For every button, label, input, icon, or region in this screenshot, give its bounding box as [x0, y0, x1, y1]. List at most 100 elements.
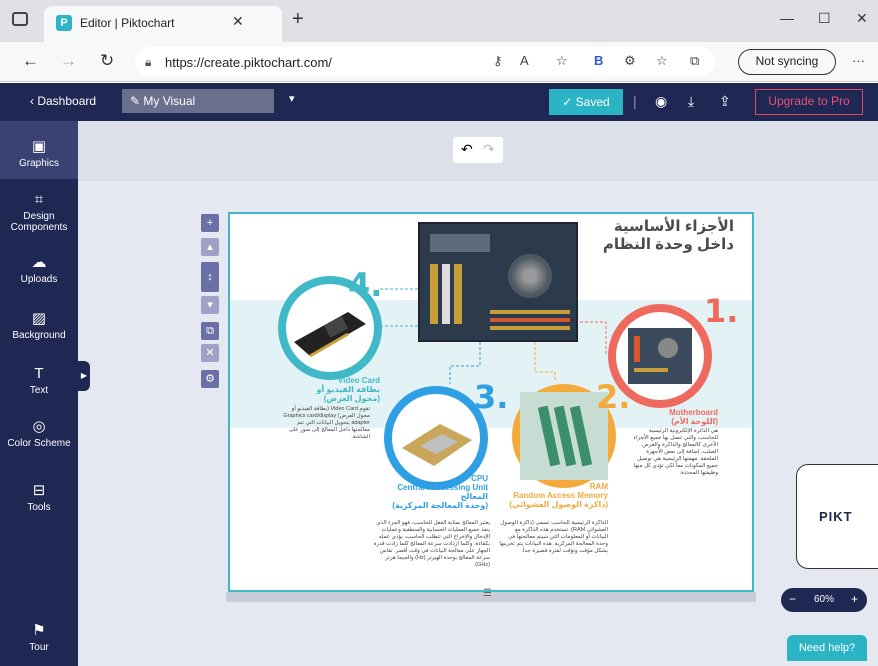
sidebar-label: Tour: [29, 642, 49, 653]
ram-name-en-2: Random Access Memory: [513, 491, 608, 500]
signpost-icon: ⚑: [32, 622, 46, 639]
piktochart-card[interactable]: PIKT: [796, 464, 878, 569]
bing-icon[interactable]: B: [594, 53, 603, 68]
title-line-2: داخل وحدة النظام: [602, 236, 734, 253]
move-up-icon[interactable]: ▴: [201, 238, 219, 256]
sidebar-item-background[interactable]: ▨ Background: [0, 309, 78, 341]
divider: |: [633, 93, 637, 109]
video-card-label[interactable]: Video Card بطاقة الفيديو أو (محول العرض): [290, 376, 380, 403]
preview-eye-icon[interactable]: ◉: [655, 93, 667, 110]
upgrade-button[interactable]: Upgrade to Pro: [755, 89, 863, 115]
maximize-icon[interactable]: ☐: [818, 10, 831, 27]
undo-icon[interactable]: ↶: [461, 141, 473, 158]
url-text[interactable]: https://create.piktochart.com/: [165, 55, 332, 70]
piktochart-logo: PIKT: [819, 509, 853, 524]
back-arrow-icon[interactable]: ←: [22, 52, 39, 70]
cpu-label[interactable]: CPU Central Processing Unit المعالج (وحد…: [370, 474, 488, 510]
block-resize-icon[interactable]: ↕: [201, 262, 219, 292]
components-icon: ⌗: [34, 191, 44, 208]
text-icon: T: [34, 365, 44, 382]
chevron-down-icon[interactable]: ▾: [289, 92, 295, 105]
sidebar-label: Tools: [27, 502, 51, 513]
sidebar-label: Background: [12, 330, 66, 341]
cpu-description[interactable]: يعتبر المعالج بمثابة العقل للحاسب، فهو ا…: [370, 520, 490, 569]
minimize-icon[interactable]: —: [780, 10, 794, 26]
delete-block-icon[interactable]: ✕: [201, 344, 219, 362]
browser-tab[interactable]: P Editor | Piktochart ✕: [44, 6, 282, 42]
cpu-name-en: CPU: [471, 474, 488, 483]
zoom-value: 60%: [814, 594, 835, 605]
background-icon: ▨: [31, 310, 47, 327]
duplicate-block-icon[interactable]: ⧉: [201, 322, 219, 340]
collections-icon[interactable]: ⧉: [690, 53, 699, 69]
ram-label[interactable]: RAM Random Access Memory (ذاكرة الوصول ا…: [492, 482, 608, 509]
visual-name-field[interactable]: ✎ My Visual: [122, 89, 274, 113]
key-icon[interactable]: ⚷: [493, 53, 503, 69]
tab-title: Editor | Piktochart: [80, 16, 175, 30]
zoom-in-icon[interactable]: +: [851, 592, 858, 606]
tool-sidebar: ▣ Graphics ⌗ Design Components ☁ Uploads…: [0, 121, 78, 666]
favorites-icon[interactable]: ☆: [656, 53, 668, 69]
more-menu-icon[interactable]: ···: [852, 53, 865, 68]
address-toolbar: ← → ↻ 🔒︎ https://create.piktochart.com/ …: [0, 42, 878, 82]
part-number-4: 4.: [348, 266, 383, 304]
sidebar-label: Graphics: [18, 158, 59, 169]
cpu-name-en-2: Central Processing Unit: [397, 483, 488, 492]
need-help-button[interactable]: Need help?: [787, 635, 867, 661]
video-card-name-ar: بطاقة الفيديو أو (محول العرض): [316, 385, 380, 403]
toolbox-icon: ⊟: [32, 482, 46, 499]
tab-close-icon[interactable]: ✕: [232, 13, 244, 30]
page-resize-handle-icon[interactable]: ☰: [483, 589, 497, 599]
cpu-name-ar: (وحدة المعالجة المركزية): [392, 501, 488, 510]
lock-icon[interactable]: 🔒︎: [145, 55, 151, 70]
ram-name-ar: (ذاكرة الوصول العشوائي): [509, 500, 608, 509]
infographic-page[interactable]: الأجزاء الأساسية داخل وحدة النظام 4. Vid…: [228, 212, 754, 592]
visual-name-text: My Visual: [143, 94, 196, 108]
sidebar-item-design-components[interactable]: ⌗ Design Components: [0, 191, 78, 233]
sidebar-item-graphics[interactable]: ▣ Graphics: [0, 121, 78, 179]
sidebar-item-text[interactable]: T Text: [0, 365, 78, 396]
sidebar-label: Design Components: [10, 211, 68, 233]
piktochart-favicon-icon: P: [56, 15, 72, 31]
share-icon[interactable]: ⇪: [719, 93, 731, 110]
sidebar-item-uploads[interactable]: ☁ Uploads: [0, 253, 78, 285]
browser-tab-bar: P Editor | Piktochart ✕ + — ☐ ✕: [0, 0, 878, 42]
infographic-title[interactable]: الأجزاء الأساسية داخل وحدة النظام: [564, 218, 734, 254]
palette-icon: ◎: [32, 418, 46, 435]
extensions-icon[interactable]: ⚙: [624, 53, 636, 69]
sidebar-label: Uploads: [20, 274, 58, 285]
saved-button[interactable]: ✓ Saved: [549, 89, 623, 115]
editor-header: ‹ Dashboard ✎ My Visual ▾ ✓ Saved | ◉ ⤓ …: [0, 83, 878, 121]
part-number-1: 1.: [704, 292, 739, 330]
sidebar-item-color-scheme[interactable]: ◎ Color Scheme: [0, 417, 78, 449]
redo-icon[interactable]: ↷: [483, 141, 495, 158]
download-icon[interactable]: ⤓: [688, 93, 694, 110]
block-settings-icon[interactable]: ⚙: [201, 370, 219, 388]
title-line-1: الأجزاء الأساسية: [613, 218, 734, 235]
profile-sync-button[interactable]: Not syncing: [738, 49, 836, 75]
read-aloud-icon[interactable]: A: [520, 53, 529, 68]
dashboard-link[interactable]: ‹ Dashboard: [30, 94, 96, 108]
zoom-out-icon[interactable]: −: [789, 592, 796, 606]
motherboard-name-ar: (اللوحة الأم): [671, 417, 718, 426]
tab-actions-icon[interactable]: [12, 12, 28, 26]
forward-arrow-icon[interactable]: →: [60, 52, 77, 70]
cpu-name-ar-1: المعالج: [460, 492, 488, 501]
ram-description[interactable]: الذاكرة الرئيسية للحاسب تسمى (ذاكرة الوص…: [498, 520, 608, 555]
part-number-2: 2.: [596, 378, 631, 416]
add-block-icon[interactable]: +: [201, 214, 219, 232]
new-tab-icon[interactable]: +: [292, 9, 304, 29]
motherboard-description[interactable]: هي الدائرة الإلكترونية الرئيسية للحاسب، …: [628, 428, 719, 477]
move-down-icon[interactable]: ▾: [201, 296, 219, 314]
video-card-description[interactable]: تقوم Video Card (بطاقة الفيديو أو محول ا…: [280, 406, 370, 441]
window-close-icon[interactable]: ✕: [856, 10, 868, 27]
refresh-icon[interactable]: ↻: [100, 52, 114, 70]
undo-redo-group: ↶ ↷: [453, 137, 503, 163]
sidebar-item-tools[interactable]: ⊟ Tools: [0, 481, 78, 513]
sidebar-label: Text: [29, 385, 49, 396]
favorite-add-icon[interactable]: ☆: [556, 53, 568, 69]
motherboard-label[interactable]: Motherboard (اللوحة الأم): [618, 408, 718, 426]
sidebar-collapse-handle[interactable]: ▶: [78, 361, 90, 391]
sidebar-item-tour[interactable]: ⚑ Tour: [0, 621, 78, 653]
motherboard-photo[interactable]: [418, 222, 578, 342]
